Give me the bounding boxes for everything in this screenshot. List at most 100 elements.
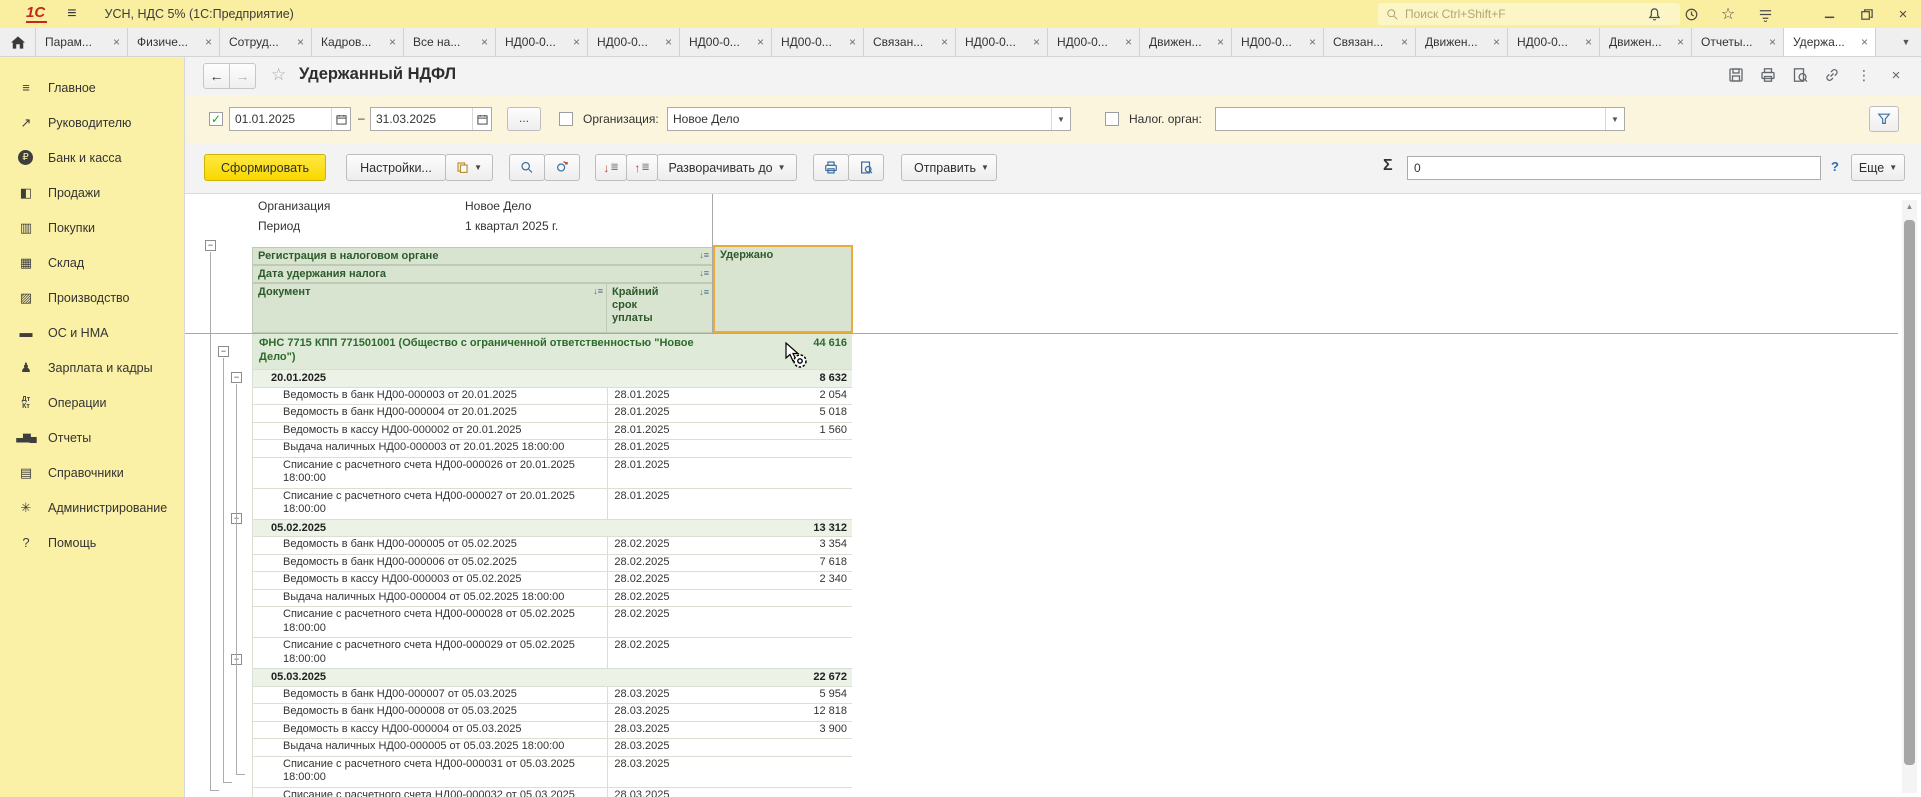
back-button[interactable]: ← <box>203 63 230 89</box>
tab-close-icon[interactable]: × <box>1401 35 1408 49</box>
close-form-icon[interactable]: × <box>1887 66 1905 84</box>
tab-10[interactable]: Связан...× <box>864 28 956 56</box>
tab-18[interactable]: Движен...× <box>1600 28 1692 56</box>
tab-close-icon[interactable]: × <box>1585 35 1592 49</box>
print-button[interactable] <box>813 154 849 181</box>
expander-level2[interactable]: − <box>218 346 229 357</box>
tax-authority-input[interactable] <box>1216 112 1605 126</box>
chevron-down-icon[interactable]: ▼ <box>1605 108 1624 130</box>
sort-icon[interactable]: ↓≡ <box>593 286 603 296</box>
sort-icon[interactable]: ↓≡ <box>699 250 709 260</box>
sidebar-item-zarplata-i-kadry[interactable]: ♟Зарплата и кадры <box>0 350 184 385</box>
tab-16[interactable]: Движен...× <box>1416 28 1508 56</box>
generate-button[interactable]: Сформировать <box>204 154 326 181</box>
global-search-input[interactable]: Поиск Ctrl+Shift+F <box>1378 3 1680 25</box>
sidebar-item-pokupki[interactable]: ▥Покупки <box>0 210 184 245</box>
get-link-icon[interactable] <box>1823 66 1841 84</box>
report-detail-row[interactable]: Ведомость в кассу НД00-000003 от 05.02.2… <box>252 572 852 590</box>
sidebar-item-rukovoditelyu[interactable]: ↗Руководителю <box>0 105 184 140</box>
sidebar-item-glavnoe[interactable]: ≡Главное <box>0 70 184 105</box>
report-detail-row[interactable]: Ведомость в банк НД00-000006 от 05.02.20… <box>252 555 852 573</box>
tab-close-icon[interactable]: × <box>941 35 948 49</box>
tax-authority-combobox[interactable]: ▼ <box>1215 107 1625 131</box>
sort-icon[interactable]: ↓≡ <box>699 286 709 299</box>
report-detail-row[interactable]: Списание с расчетного счета НД00-000029 … <box>252 638 852 669</box>
tab-7[interactable]: НД00-0...× <box>588 28 680 56</box>
report-detail-row[interactable]: Выдача наличных НД00-000004 от 05.02.202… <box>252 590 852 608</box>
expander-level1[interactable]: − <box>205 240 216 251</box>
sidebar-item-pomosch[interactable]: ?Помощь <box>0 525 184 560</box>
settings-button[interactable]: Настройки... <box>346 154 446 181</box>
report-detail-row[interactable]: Ведомость в кассу НД00-000002 от 20.01.2… <box>252 423 852 441</box>
scrollbar-thumb[interactable] <box>1904 220 1915 765</box>
main-menu-icon[interactable]: ≡ <box>67 5 76 23</box>
tab-17[interactable]: НД00-0...× <box>1508 28 1600 56</box>
expand-to-button[interactable]: Разворачивать до▼ <box>657 154 797 181</box>
calendar-icon[interactable] <box>331 108 350 130</box>
header-registration[interactable]: Регистрация в налоговом органе↓≡ <box>252 247 713 265</box>
period-checkbox[interactable]: ✓ <box>209 112 223 126</box>
tab-overflow-button[interactable]: ▼ <box>1891 28 1921 56</box>
expand-rows-button[interactable]: ↑≣ <box>626 154 658 181</box>
tab-9[interactable]: НД00-0...× <box>772 28 864 56</box>
sort-icon[interactable]: ↓≡ <box>699 268 709 278</box>
tab-close-icon[interactable]: × <box>1677 35 1684 49</box>
report-variants-button[interactable]: ▼ <box>445 154 493 181</box>
restore-icon[interactable] <box>1858 6 1874 22</box>
report-detail-row[interactable]: Списание с расчетного счета НД00-000027 … <box>252 489 852 520</box>
close-window-icon[interactable]: × <box>1895 6 1911 22</box>
tab-close-icon[interactable]: × <box>481 35 488 49</box>
tab-19[interactable]: Отчеты...× <box>1692 28 1784 56</box>
period-from-field[interactable] <box>229 107 351 131</box>
report-detail-row[interactable]: Ведомость в банк НД00-000007 от 05.03.20… <box>252 687 852 705</box>
calendar-icon[interactable] <box>472 108 491 130</box>
tab-close-icon[interactable]: × <box>1309 35 1316 49</box>
tab-close-icon[interactable]: × <box>665 35 672 49</box>
tab-close-icon[interactable]: × <box>1217 35 1224 49</box>
notifications-bell-icon[interactable] <box>1646 6 1662 22</box>
tab-close-icon[interactable]: × <box>389 35 396 49</box>
tab-6[interactable]: НД00-0...× <box>496 28 588 56</box>
period-from-input[interactable] <box>230 112 331 126</box>
find-next-button[interactable] <box>544 154 580 181</box>
tab-4[interactable]: Кадров...× <box>312 28 404 56</box>
tab-12[interactable]: НД00-0...× <box>1048 28 1140 56</box>
report-group-row-3[interactable]: 05.03.202522 672 <box>252 669 852 687</box>
header-hold-date[interactable]: Дата удержания налога↓≡ <box>252 265 713 283</box>
send-button[interactable]: Отправить ▼ <box>901 154 997 181</box>
tab-15[interactable]: Связан...× <box>1324 28 1416 56</box>
tab-close-icon[interactable]: × <box>1493 35 1500 49</box>
chevron-down-icon[interactable]: ▼ <box>1051 108 1070 130</box>
scroll-up-arrow[interactable]: ▲ <box>1902 200 1917 214</box>
favorite-star-icon[interactable]: ☆ <box>271 65 286 85</box>
header-deadline[interactable]: Крайний срок уплаты↓≡ <box>606 283 713 333</box>
report-detail-row[interactable]: Списание с расчетного счета НД00-000031 … <box>252 757 852 788</box>
tab-5[interactable]: Все на...× <box>404 28 496 56</box>
report-spreadsheet[interactable]: Организация Новое Дело Период 1 квартал … <box>185 193 1921 797</box>
forward-button[interactable]: → <box>229 63 256 89</box>
tab-11[interactable]: НД00-0...× <box>956 28 1048 56</box>
save-icon[interactable] <box>1727 66 1745 84</box>
report-detail-row[interactable]: Списание с расчетного счета НД00-000028 … <box>252 607 852 638</box>
period-variants-button[interactable]: ... <box>507 107 541 131</box>
report-detail-row[interactable]: Ведомость в банк НД00-000004 от 20.01.20… <box>252 405 852 423</box>
report-detail-row[interactable]: Выдача наличных НД00-000005 от 05.03.202… <box>252 739 852 757</box>
tab-3[interactable]: Сотруд...× <box>220 28 312 56</box>
organization-combobox[interactable]: ▼ <box>667 107 1071 131</box>
sidebar-item-os-i-nma[interactable]: ▬ОС и НМА <box>0 315 184 350</box>
report-detail-row[interactable]: Ведомость в банк НД00-000008 от 05.03.20… <box>252 704 852 722</box>
print-icon[interactable] <box>1759 66 1777 84</box>
sidebar-item-proizvodstvo[interactable]: ▨Производство <box>0 280 184 315</box>
more-options-icon[interactable]: ⋮ <box>1855 66 1873 84</box>
history-icon[interactable] <box>1683 6 1699 22</box>
service-menu-icon[interactable] <box>1757 6 1773 22</box>
autosum-input[interactable] <box>1407 156 1821 180</box>
sidebar-item-otchety[interactable]: ▃▆▄Отчеты <box>0 420 184 455</box>
more-button[interactable]: Еще▼ <box>1851 154 1905 181</box>
tab-close-icon[interactable]: × <box>297 35 304 49</box>
header-document[interactable]: Документ↓≡ <box>252 283 607 333</box>
report-detail-row[interactable]: Списание с расчетного счета НД00-000026 … <box>252 458 852 489</box>
tab-close-icon[interactable]: × <box>1861 35 1868 49</box>
sidebar-item-spravochniki[interactable]: ▤Справочники <box>0 455 184 490</box>
tab-14[interactable]: НД00-0...× <box>1232 28 1324 56</box>
